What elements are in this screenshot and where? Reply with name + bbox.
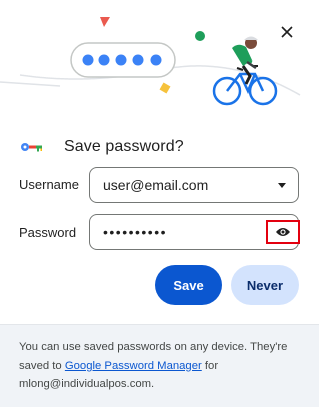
password-label: Password: [19, 225, 77, 240]
green-dot-shape: [195, 31, 205, 41]
username-field[interactable]: user@email.com: [89, 167, 299, 203]
username-label: Username: [19, 177, 79, 192]
username-value: user@email.com: [103, 177, 209, 193]
yellow-diamond-shape: [159, 82, 171, 94]
password-manager-link[interactable]: Google Password Manager: [65, 360, 202, 372]
password-illustration: [0, 17, 301, 106]
save-button[interactable]: Save: [155, 265, 222, 305]
chevron-down-icon[interactable]: [278, 183, 286, 188]
password-value: ••••••••••: [103, 224, 168, 240]
close-icon: [281, 26, 293, 38]
eye-icon: [276, 228, 290, 236]
password-field[interactable]: ••••••••••: [89, 214, 300, 250]
show-password-button[interactable]: [266, 220, 300, 244]
key-icon: [21, 143, 42, 152]
title-row: Save password?: [20, 134, 184, 160]
save-password-dialog: Save password? Username user@email.com P…: [0, 0, 319, 407]
footer: You can use saved passwords on any devic…: [0, 324, 319, 407]
red-triangle-shape: [100, 17, 110, 27]
close-button[interactable]: [275, 20, 299, 44]
dialog-title: Save password?: [64, 138, 184, 155]
cyclist-illustration: [212, 36, 278, 106]
footer-text: You can use saved passwords on any devic…: [19, 338, 305, 394]
never-button[interactable]: Never: [231, 265, 299, 305]
